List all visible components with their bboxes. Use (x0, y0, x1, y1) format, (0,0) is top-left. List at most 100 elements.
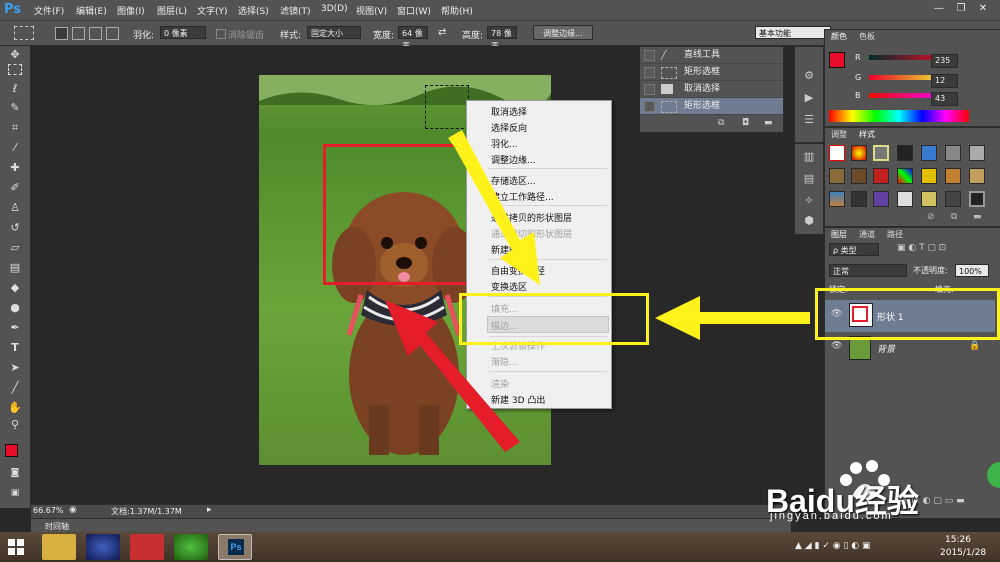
tab-paths[interactable]: 路径 (883, 229, 907, 241)
layer-filter-select[interactable]: ρ 类型 (829, 243, 879, 256)
history-item-label: 矩形选框 (684, 67, 721, 77)
new-style-icon[interactable]: ⧉ (951, 212, 957, 222)
style-swatch[interactable] (873, 168, 889, 184)
info-panel-icon[interactable]: ✧ (801, 194, 817, 208)
yellow-arrow-horizontal (655, 296, 810, 340)
history-item-label: 矩形选框 (684, 101, 721, 111)
actions-panel-icon[interactable]: ▶ (801, 91, 817, 105)
opacity-label: 不透明度: (913, 266, 948, 275)
channel-b-value[interactable]: 43 (931, 92, 958, 106)
timeline-panel-tab[interactable]: 时间轴 (31, 518, 791, 533)
history-checkbox[interactable] (644, 67, 655, 78)
channel-g-label: G (855, 73, 862, 82)
status-info-icon[interactable]: ◉ (69, 505, 77, 515)
doc-size: 文档:1.37M/1.37M (111, 507, 182, 516)
history-checkbox[interactable] (644, 101, 655, 112)
style-swatch[interactable] (829, 191, 845, 207)
tab-adjustments[interactable]: 调整 (827, 129, 851, 141)
style-swatch[interactable] (897, 145, 913, 161)
style-swatch[interactable] (921, 191, 937, 207)
blend-mode-select[interactable]: 正常 (829, 264, 907, 277)
style-swatch[interactable] (969, 168, 985, 184)
filter-pixel-icon[interactable]: ▣ ◐ T ▢ ⊡ (897, 243, 946, 253)
taskbar: Ps ▲ ◢ ▮ ✓ ◉ ▯ ◐ ▣ 15:26 2015/1/28 (0, 532, 1000, 562)
style-swatch[interactable] (921, 145, 937, 161)
history-item[interactable]: 取消选择 (640, 81, 783, 98)
yellow-arrow-diagonal (448, 130, 540, 285)
style-swatch[interactable] (829, 168, 845, 184)
tab-layers[interactable]: 图层 (827, 229, 851, 241)
visibility-eye-icon[interactable]: 👁 (831, 341, 842, 351)
style-swatch[interactable] (897, 191, 913, 207)
timeline-label: 时间轴 (45, 522, 69, 531)
eclipse-icon[interactable] (86, 534, 120, 560)
clock-time[interactable]: 15:26 (945, 535, 971, 545)
channel-r-label: R (855, 53, 861, 62)
paragraph-panel-icon[interactable]: ▤ (801, 172, 817, 186)
tab-color[interactable]: 颜色 (827, 31, 851, 43)
history-item[interactable]: ╱ 直线工具 (640, 47, 783, 64)
dock-strip-bottom: ▥ ▤ ✧ ⬢ (794, 143, 824, 235)
line-icon: ╱ (661, 51, 667, 61)
style-swatch[interactable] (921, 168, 937, 184)
clear-style-icon[interactable]: ⊘ (927, 212, 935, 222)
status-menu-arrow-icon[interactable]: ▸ (207, 505, 212, 515)
history-item[interactable]: 矩形选框 (640, 64, 783, 81)
color-spectrum-bar[interactable] (829, 110, 969, 122)
style-swatch[interactable] (969, 191, 985, 207)
zoom-level[interactable]: 66.67% (33, 506, 64, 515)
tab-swatches[interactable]: 色板 (855, 31, 879, 43)
app-icon[interactable] (130, 534, 164, 560)
doc-icon (661, 84, 673, 94)
opacity-input[interactable]: 100% (955, 264, 989, 277)
dock-strip-top: ⚙ ▶ ☰ (794, 46, 824, 143)
history-panel-icon[interactable]: ⚙ (801, 69, 817, 83)
marquee-icon (661, 101, 677, 113)
style-swatch[interactable] (969, 145, 985, 161)
delete-style-icon[interactable]: ▬ (973, 212, 982, 222)
baidu-watermark: Baidu经验 jingyan.baidu.com (766, 458, 996, 522)
style-swatch[interactable] (945, 191, 961, 207)
channel-g-value[interactable]: 12 (931, 74, 958, 88)
3d-panel-icon[interactable]: ⬢ (801, 214, 817, 228)
adjust-panel-icon[interactable]: ☰ (801, 113, 817, 127)
character-panel-icon[interactable]: ▥ (801, 150, 817, 164)
style-swatch[interactable] (945, 145, 961, 161)
tray-icons[interactable]: ▲ ◢ ▮ ✓ ◉ ▯ ◐ ▣ (795, 541, 871, 551)
baidu-url: jingyan.baidu.com (770, 510, 893, 522)
windows-start-icon[interactable] (8, 539, 24, 555)
channel-r-value[interactable]: 235 (931, 54, 958, 68)
tab-styles[interactable]: 样式 (855, 129, 879, 141)
yellow-highlight-box-layer (815, 288, 1000, 340)
style-swatch[interactable] (945, 168, 961, 184)
photoshop-taskbar-icon[interactable]: Ps (218, 534, 252, 560)
tab-channels[interactable]: 通道 (855, 229, 879, 241)
style-swatch[interactable] (873, 191, 889, 207)
trash-icon[interactable]: ▬ (764, 118, 773, 128)
style-swatch[interactable] (897, 168, 913, 184)
history-checkbox[interactable] (644, 84, 655, 95)
color-foreground-swatch[interactable] (829, 52, 845, 68)
history-panel: ╱ 直线工具 矩形选框 取消选择 矩形选框 ⧉ ◘ ▬ (639, 46, 784, 133)
style-swatch[interactable] (851, 145, 867, 161)
channel-b-label: B (855, 91, 861, 100)
clock-date[interactable]: 2015/1/28 (940, 548, 986, 558)
lock-icon: 🔒 (969, 341, 981, 351)
history-item-active[interactable]: 矩形选框 (640, 98, 783, 115)
style-swatch[interactable] (851, 191, 867, 207)
layer-name[interactable]: 背景 (877, 342, 895, 355)
browser-icon[interactable] (174, 534, 208, 560)
snapshot-icon[interactable]: ◘ (742, 118, 749, 128)
history-item-label: 直线工具 (684, 50, 721, 60)
red-arrow (385, 300, 520, 452)
styles-panel: 调整 样式 ⊘ ⧉ ▬ (824, 127, 1000, 227)
status-bar: 66.67% ◉ 文档:1.37M/1.37M ▸ (31, 504, 791, 518)
history-checkbox[interactable] (644, 50, 655, 61)
color-panel: 颜色 色板 R 235 G 12 B 43 (824, 29, 1000, 127)
style-swatch[interactable] (873, 145, 889, 161)
file-explorer-icon[interactable] (42, 534, 76, 560)
style-swatch[interactable] (851, 168, 867, 184)
marquee-icon (661, 67, 677, 79)
style-swatch-none[interactable] (829, 145, 845, 161)
new-document-from-state-icon[interactable]: ⧉ (718, 118, 724, 128)
